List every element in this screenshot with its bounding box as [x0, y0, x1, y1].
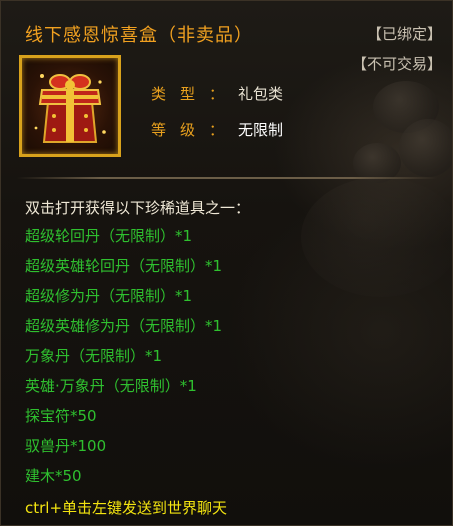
reward-item: 超级轮回丹（无限制）*1 — [25, 227, 193, 245]
level-value: 无限制 — [238, 121, 284, 139]
item-level-row: 等级：无限制 — [151, 119, 283, 140]
gift-box-icon — [34, 74, 106, 143]
reward-item: 建木*50 — [25, 467, 82, 485]
open-description: 双击打开获得以下珍稀道具之一： — [25, 199, 251, 217]
reward-item: 驭兽丹*100 — [25, 437, 107, 455]
untradable-tag: 【不可交易】 — [351, 55, 442, 73]
reward-item: 超级修为丹（无限制）*1 — [25, 287, 193, 305]
bound-tag: 【已绑定】 — [366, 25, 442, 43]
reward-item: 超级英雄轮回丹（无限制）*1 — [25, 257, 223, 275]
chat-share-tip: ctrl+单击左键发送到世界聊天 — [25, 499, 228, 517]
type-label: 类型： — [151, 85, 239, 103]
reward-item: 英雄·万象丹（无限制）*1 — [25, 377, 197, 395]
item-tooltip: 线下感恩惊喜盒（非卖品） 【已绑定】 【不可交易】 类型：礼包类 等级：无限制 … — [0, 0, 453, 526]
item-title: 线下感恩惊喜盒（非卖品） — [25, 25, 253, 46]
level-label: 等级： — [151, 121, 239, 139]
background-pot-decoration — [301, 177, 452, 297]
item-type-row: 类型：礼包类 — [151, 83, 283, 104]
reward-item: 万象丹（无限制）*1 — [25, 347, 163, 365]
reward-item: 探宝符*50 — [25, 407, 97, 425]
background-pot-decoration — [399, 119, 452, 177]
item-icon-frame — [19, 55, 121, 157]
reward-item: 超级英雄修为丹（无限制）*1 — [25, 317, 223, 335]
section-divider — [17, 177, 437, 179]
reward-list: 超级轮回丹（无限制）*1 超级英雄轮回丹（无限制）*1 超级修为丹（无限制）*1… — [25, 226, 222, 496]
type-value: 礼包类 — [238, 85, 284, 103]
